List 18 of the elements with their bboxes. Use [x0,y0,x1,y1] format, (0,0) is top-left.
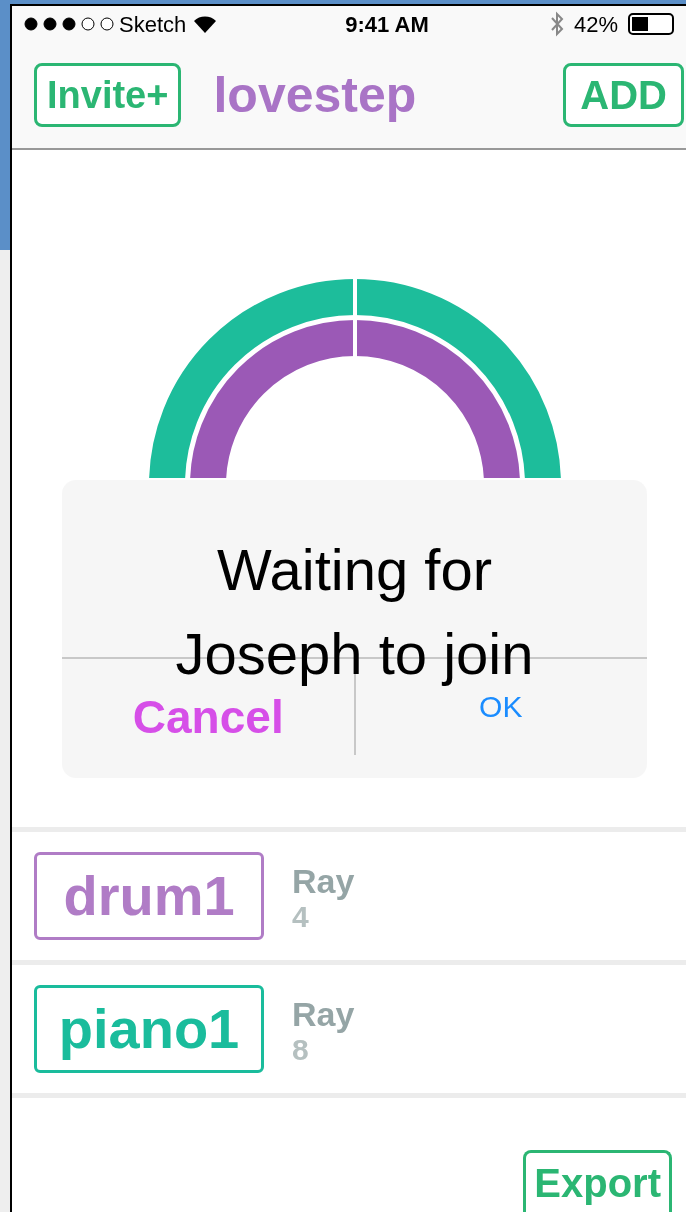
track-tag[interactable]: drum1 [34,852,264,940]
bluetooth-icon [549,11,564,37]
battery-icon [628,13,674,35]
clock-time: 9:41 AM [344,10,430,39]
export-button[interactable]: Export [523,1150,672,1212]
invite-button[interactable]: Invite+ [34,63,182,127]
signal-strength-icon [24,17,116,31]
wifi-icon [193,14,218,34]
add-button[interactable]: ADD [563,63,684,127]
battery-percentage: 42% [573,10,618,39]
app-title: lovestep [213,65,417,125]
carrier-name: Sketch [119,10,187,39]
track-tag[interactable]: piano1 [34,985,264,1073]
track-count: 8 [292,1035,310,1065]
owner-name: Ray [292,994,355,1035]
dialog-message: Waiting for Joseph to join [174,536,535,688]
track-count: 4 [292,902,310,932]
owner-name: Ray [292,861,355,902]
